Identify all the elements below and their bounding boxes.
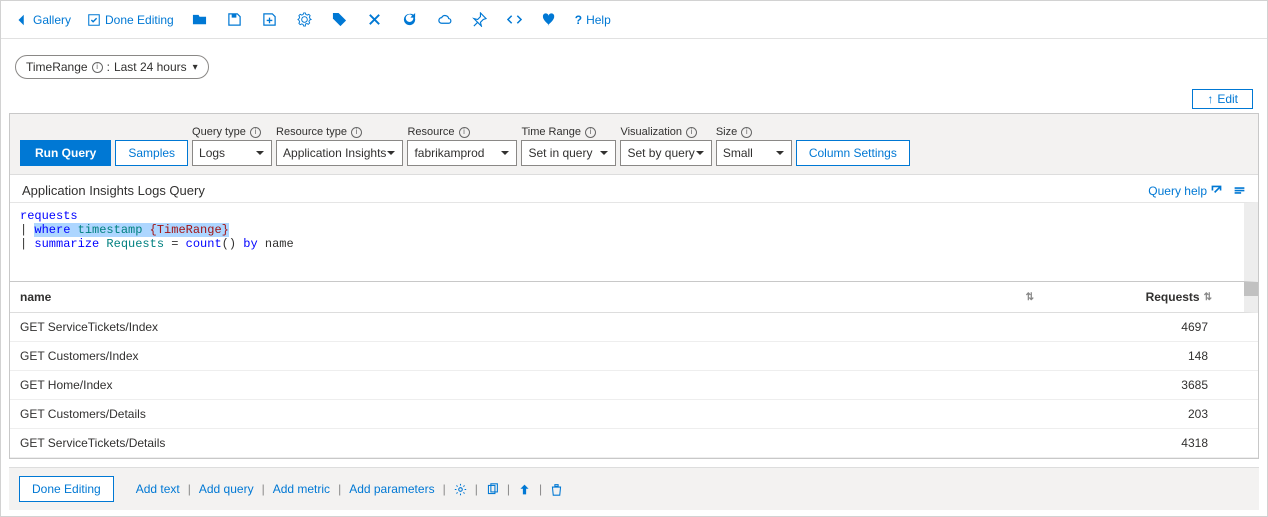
- done-editing-top[interactable]: Done Editing: [81, 9, 180, 31]
- open-icon[interactable]: [184, 8, 215, 31]
- add-metric-link[interactable]: Add metric: [273, 482, 330, 496]
- run-query-button[interactable]: Run Query: [20, 140, 111, 166]
- chevron-down-icon: ▾: [193, 62, 198, 73]
- cell-name: GET Customers/Details: [20, 407, 1048, 421]
- table-row[interactable]: GET ServiceTickets/Index4697: [10, 313, 1258, 342]
- chevron-down-icon: [500, 148, 510, 158]
- info-icon: i: [686, 127, 697, 138]
- chevron-down-icon: [255, 148, 265, 158]
- arrow-up-icon: ↑: [1207, 92, 1213, 106]
- time-range-pill-name: TimeRange: [26, 60, 88, 74]
- save-icon[interactable]: [219, 8, 250, 31]
- size-label: Size: [716, 126, 737, 138]
- add-parameters-link[interactable]: Add parameters: [349, 482, 434, 496]
- query-help: Query help: [1148, 184, 1246, 198]
- top-toolbar: Gallery Done Editing ? Help: [1, 1, 1267, 39]
- code-icon[interactable]: [499, 8, 530, 31]
- info-icon: i: [459, 127, 470, 138]
- gallery-label: Gallery: [33, 13, 71, 27]
- footer-bar: Done Editing Add text | Add query | Add …: [9, 467, 1259, 510]
- size-dropdown[interactable]: Small: [716, 140, 792, 166]
- resource-label: Resource: [407, 126, 454, 138]
- save-as-icon[interactable]: [254, 8, 285, 31]
- query-controls: Run Query Samples Query type i Logs Resou…: [10, 114, 1258, 175]
- sort-icon[interactable]: ⇅: [1026, 292, 1034, 303]
- visualization-dropdown[interactable]: Set by query: [620, 140, 711, 166]
- visualization-label: Visualization: [620, 126, 682, 138]
- chevron-down-icon: [775, 148, 785, 158]
- delete-icon[interactable]: [550, 483, 563, 496]
- cell-requests: 3685: [1048, 378, 1248, 392]
- cloud-icon[interactable]: [429, 8, 460, 31]
- settings-icon[interactable]: [289, 8, 320, 31]
- col-header-name[interactable]: name: [20, 290, 1016, 304]
- done-editing-label: Done Editing: [105, 13, 174, 27]
- cell-name: GET Customers/Index: [20, 349, 1048, 363]
- table-body: GET ServiceTickets/Index4697GET Customer…: [10, 313, 1258, 458]
- time-range-pill-value: Last 24 hours: [114, 60, 187, 74]
- cell-requests: 203: [1048, 407, 1248, 421]
- chevron-down-icon: [599, 148, 609, 158]
- time-range-label: Time Range: [521, 126, 581, 138]
- query-editor[interactable]: requests | where timestamp {TimeRange} |…: [10, 202, 1258, 282]
- cell-name: GET ServiceTickets/Index: [20, 320, 1048, 334]
- table-row[interactable]: GET Customers/Details203: [10, 400, 1258, 429]
- resource-type-label: Resource type: [276, 126, 347, 138]
- results-table: name ⇅ Requests ⇅ GET ServiceTickets/Ind…: [10, 282, 1258, 458]
- cell-name: GET ServiceTickets/Details: [20, 436, 1048, 450]
- cell-requests: 4318: [1048, 436, 1248, 450]
- table-row[interactable]: GET Customers/Index148: [10, 342, 1258, 371]
- query-help-link[interactable]: Query help: [1148, 184, 1223, 198]
- query-type-dropdown[interactable]: Logs: [192, 140, 272, 166]
- open-external-icon: [1210, 184, 1223, 197]
- move-up-icon[interactable]: [518, 483, 531, 496]
- edit-section-button[interactable]: ↑ Edit: [1192, 89, 1253, 109]
- query-panel: Run Query Samples Query type i Logs Resou…: [9, 113, 1259, 459]
- cell-requests: 148: [1048, 349, 1248, 363]
- resource-dropdown[interactable]: fabrikamprod: [407, 140, 517, 166]
- heart-icon[interactable]: [534, 8, 565, 31]
- add-text-link[interactable]: Add text: [136, 482, 180, 496]
- clear-icon[interactable]: [359, 8, 390, 31]
- done-editing-bottom[interactable]: Done Editing: [19, 476, 114, 502]
- pin-icon[interactable]: [464, 8, 495, 31]
- info-icon: i: [585, 127, 596, 138]
- info-icon: i: [741, 127, 752, 138]
- edit-label: Edit: [1217, 92, 1238, 106]
- table-row[interactable]: GET Home/Index3685: [10, 371, 1258, 400]
- time-range-pill[interactable]: TimeRange i : Last 24 hours ▾: [15, 55, 209, 79]
- add-query-link[interactable]: Add query: [199, 482, 254, 496]
- back-to-gallery[interactable]: Gallery: [9, 9, 77, 31]
- info-icon: i: [351, 127, 362, 138]
- gear-icon[interactable]: [454, 483, 467, 496]
- column-settings-button[interactable]: Column Settings: [796, 140, 910, 166]
- query-type-label: Query type: [192, 126, 246, 138]
- cell-name: GET Home/Index: [20, 378, 1048, 392]
- query-title-row: Application Insights Logs Query Query he…: [10, 175, 1258, 202]
- intellisense-icon[interactable]: [1233, 184, 1246, 197]
- copy-icon[interactable]: [486, 483, 499, 496]
- chevron-down-icon: [386, 148, 396, 158]
- section-edit-row: ↑ Edit: [1, 89, 1267, 113]
- sort-icon[interactable]: ⇅: [1204, 292, 1212, 303]
- time-range-dropdown[interactable]: Set in query: [521, 140, 616, 166]
- parameters-area: TimeRange i : Last 24 hours ▾: [1, 39, 1267, 89]
- query-title: Application Insights Logs Query: [22, 183, 205, 198]
- refresh-icon[interactable]: [394, 8, 425, 31]
- help-button[interactable]: ? Help: [569, 9, 617, 31]
- chevron-down-icon: [695, 148, 705, 158]
- table-row[interactable]: GET ServiceTickets/Details4318: [10, 429, 1258, 458]
- table-header: name ⇅ Requests ⇅: [10, 282, 1258, 313]
- tag-icon[interactable]: [324, 8, 355, 31]
- resource-type-dropdown[interactable]: Application Insights: [276, 140, 403, 166]
- samples-button[interactable]: Samples: [115, 140, 188, 166]
- help-label: Help: [586, 13, 611, 27]
- cell-requests: 4697: [1048, 320, 1248, 334]
- col-header-requests[interactable]: Requests ⇅: [1034, 290, 1234, 304]
- info-icon: i: [250, 127, 261, 138]
- workbook-frame: Gallery Done Editing ? Help TimeRange i …: [0, 0, 1268, 517]
- info-icon: i: [92, 62, 103, 73]
